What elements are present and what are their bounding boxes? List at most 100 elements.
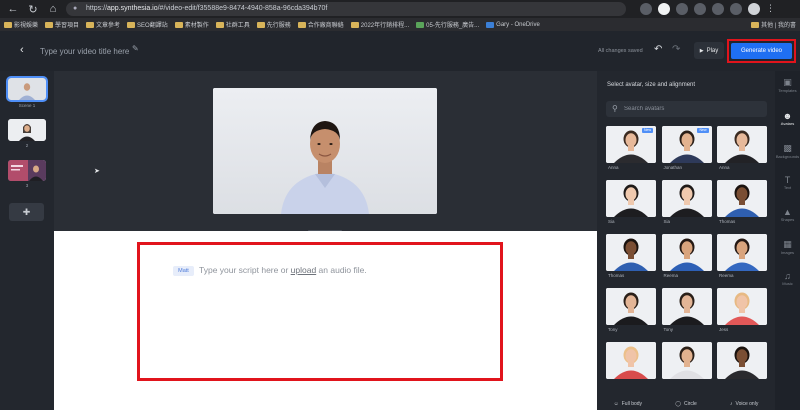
voice-tag[interactable]: Matt	[173, 266, 194, 276]
scene-label: 3	[25, 183, 29, 188]
extension-icon[interactable]	[640, 3, 652, 15]
avatar-thumbnail	[717, 126, 767, 163]
bookmark-item[interactable]: 文章參考	[86, 20, 120, 29]
bookmark-item[interactable]: 素材製作	[174, 20, 209, 29]
browser-reload-icon[interactable]: ↻	[26, 2, 40, 16]
folder-icon	[751, 21, 760, 28]
avatar-thumbnail	[661, 234, 712, 271]
avatar-name: Anna	[608, 165, 619, 170]
extension-icon[interactable]	[712, 3, 724, 15]
person-icon: ☺	[613, 401, 619, 407]
address-bar[interactable]: ● https://app.synthesia.io/#/video-edit/…	[66, 2, 626, 16]
background-icon: ▩	[783, 143, 792, 153]
avatar-portrait-icon	[717, 180, 767, 217]
video-title-input[interactable]	[40, 44, 190, 58]
avatar-name: Anna	[719, 165, 730, 170]
avatar-card[interactable]: Thomas	[606, 234, 656, 278]
bookmark-item[interactable]: 2022年行銷排程...	[350, 20, 409, 29]
avatar-portrait-icon	[717, 126, 767, 163]
avatar-card[interactable]	[606, 342, 656, 379]
avatar-card[interactable]: Sia	[606, 180, 656, 224]
folder-icon	[86, 21, 95, 28]
rail-item-shapes[interactable]: ▲ Shapes	[775, 207, 800, 222]
avatar-card[interactable]: Tony	[606, 288, 656, 332]
bookmark-item[interactable]: 先行服務	[256, 20, 291, 29]
avatar-card[interactable]: Tony	[661, 288, 712, 332]
presenter-thumbnail-icon	[8, 78, 46, 100]
bookmark-item[interactable]: 其他 | 我的書	[751, 20, 796, 29]
avatar-portrait-icon	[661, 288, 712, 325]
bookmark-item[interactable]: SEO翻譯站	[127, 20, 168, 29]
bookmark-item[interactable]: Gary - OneDrive	[486, 21, 540, 28]
bookmark-item[interactable]: 社群工具	[215, 20, 250, 29]
avatar-card[interactable]: New Anna	[606, 126, 656, 170]
browser-home-icon[interactable]: ⌂	[46, 2, 60, 16]
avatar-thumbnail	[717, 180, 767, 217]
folder-icon	[350, 21, 359, 28]
image-icon: ▦	[783, 239, 792, 249]
search-input[interactable]	[624, 103, 762, 115]
generate-highlight: Generate video	[727, 39, 796, 63]
avatar-portrait-icon	[717, 234, 767, 271]
play-button[interactable]: ▶ Play	[694, 42, 724, 59]
rail-item-images[interactable]: ▦ Images	[775, 239, 800, 255]
avatar-card[interactable]	[661, 342, 712, 379]
view-option-voice-only[interactable]: ♪ Voice only	[730, 401, 758, 407]
scene-thumbnail[interactable]	[8, 119, 46, 141]
view-option-full-body[interactable]: ☺ Full body	[614, 401, 642, 407]
avatar-name: Jess	[719, 327, 729, 332]
rail-item-backgrounds[interactable]: ▩ Backgrounds	[775, 143, 800, 159]
rail-item-templates[interactable]: ▣ Templates	[775, 77, 800, 93]
script-placeholder[interactable]: Type your script here or upload an audio…	[199, 265, 367, 275]
rail-item-avatars[interactable]: ☻ Avatars	[775, 111, 800, 126]
rail-item-music[interactable]: ♫ Music	[775, 271, 800, 286]
url-host: app.synthesia.io	[107, 5, 158, 12]
bookmark-item[interactable]: 合作廠商聯絡	[297, 20, 344, 29]
video-canvas[interactable]	[213, 88, 437, 214]
panel-title: Select avatar, size and alignment	[607, 82, 696, 88]
upload-link[interactable]: upload	[291, 265, 317, 275]
undo-icon[interactable]: ↶	[654, 44, 662, 55]
avatar[interactable]	[748, 3, 760, 15]
avatar-card[interactable]: New Jonathan	[661, 126, 712, 170]
bookmark-item[interactable]: 學習項目	[45, 20, 79, 29]
avatar-card[interactable]: Jess	[717, 288, 767, 332]
avatar-thumbnail	[606, 342, 656, 379]
avatar-card[interactable]: Reema	[717, 234, 767, 278]
avatar-card[interactable]	[717, 342, 767, 379]
avatar-name: Reema	[663, 273, 679, 278]
generate-video-button[interactable]: Generate video	[731, 43, 792, 59]
bookmark-item[interactable]: 影視娛樂	[4, 20, 38, 29]
avatar-search[interactable]: ⚲	[606, 101, 767, 117]
redo-icon[interactable]: ↷	[672, 44, 680, 55]
new-badge: New	[641, 128, 653, 133]
play-icon: ▶	[699, 47, 704, 54]
scene-canvas-area: ➤	[54, 71, 597, 231]
script-editor[interactable]: Matt Type your script here or upload an …	[137, 242, 503, 381]
add-scene-button[interactable]: ✚	[9, 203, 44, 221]
profile-icon[interactable]	[658, 3, 670, 15]
avatar-thumbnail	[606, 288, 656, 325]
folder-icon	[4, 21, 12, 28]
extension-icon[interactable]	[730, 3, 742, 15]
avatar-card[interactable]: Thomas	[717, 180, 767, 224]
avatar-card[interactable]: Sia	[661, 180, 712, 224]
scene-thumbnail[interactable]	[6, 76, 48, 102]
rail-item-text[interactable]: T Text	[775, 175, 800, 190]
view-option-circle[interactable]: ◯ Circle	[675, 401, 696, 407]
avatar-thumbnail	[661, 180, 712, 217]
avatar-card[interactable]: Reema	[661, 234, 712, 278]
back-icon[interactable]: ‹	[20, 44, 24, 56]
scene-thumbnail[interactable]	[8, 160, 46, 181]
extension-icon[interactable]	[676, 3, 688, 15]
browser-back-icon[interactable]: ←	[6, 2, 20, 16]
script-panel: Matt Type your script here or upload an …	[54, 231, 597, 410]
avatar-name: Sia	[608, 219, 615, 224]
avatar-card[interactable]: Anna	[717, 126, 767, 170]
pencil-icon[interactable]: ✎	[132, 44, 139, 53]
extension-icon[interactable]	[694, 3, 706, 15]
browser-toolbar: ← ↻ ⌂ ● https://app.synthesia.io/#/video…	[0, 0, 800, 18]
bookmark-item[interactable]: 05-先行服務_廣告...	[416, 20, 479, 29]
menu-dots-icon[interactable]: ⋮	[766, 3, 778, 15]
presenter-thumbnail-icon	[8, 119, 46, 141]
